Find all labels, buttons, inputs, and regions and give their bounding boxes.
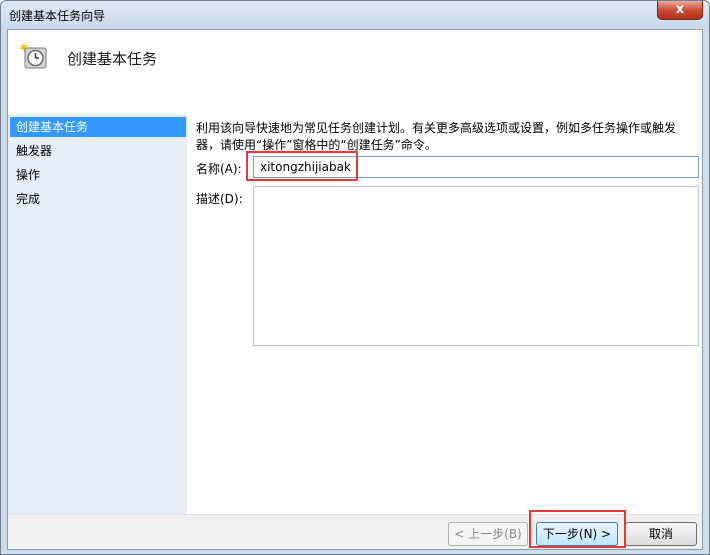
back-button[interactable]: < 上一步(B) bbox=[448, 522, 528, 546]
wizard-steps-sidebar: 创建基本任务 触发器 操作 完成 bbox=[8, 114, 187, 514]
sidebar-item-create-basic-task[interactable]: 创建基本任务 bbox=[10, 117, 186, 137]
task-description-textarea[interactable] bbox=[253, 186, 699, 346]
description-line: 利用该向导快速地为常见任务创建计划。有关更多高级选项或设置，例如多任务操作或触发 bbox=[196, 121, 677, 135]
sidebar-item-trigger[interactable]: 触发器 bbox=[10, 141, 186, 161]
wizard-window: 创建基本任务向导 x 创建基本任务 创建基本任务 触发器 操作 完成 利用该向导… bbox=[0, 0, 710, 555]
name-label: 名称(A): bbox=[196, 162, 242, 176]
window-title: 创建基本任务向导 bbox=[9, 9, 106, 23]
wizard-client-area: 创建基本任务 创建基本任务 触发器 操作 完成 利用该向导快速地为常见任务创建计… bbox=[7, 29, 703, 550]
button-bar: < 上一步(B) 下一步(N) > 取消 bbox=[8, 510, 702, 549]
page-title: 创建基本任务 bbox=[67, 50, 158, 68]
name-highlight-box bbox=[246, 151, 358, 181]
title-bar[interactable]: 创建基本任务向导 x bbox=[1, 1, 709, 29]
sidebar-item-action[interactable]: 操作 bbox=[10, 165, 186, 185]
description-label: 描述(D): bbox=[196, 192, 243, 206]
wizard-description: 利用该向导快速地为常见任务创建计划。有关更多高级选项或设置，例如多任务操作或触发… bbox=[196, 120, 696, 154]
sidebar-item-finish[interactable]: 完成 bbox=[10, 189, 186, 209]
next-highlight-box bbox=[529, 510, 626, 548]
wizard-header: 创建基本任务 bbox=[8, 30, 702, 88]
close-button[interactable]: x bbox=[657, 1, 703, 20]
task-scheduler-clock-icon bbox=[18, 40, 48, 70]
cancel-button[interactable]: 取消 bbox=[625, 522, 697, 546]
